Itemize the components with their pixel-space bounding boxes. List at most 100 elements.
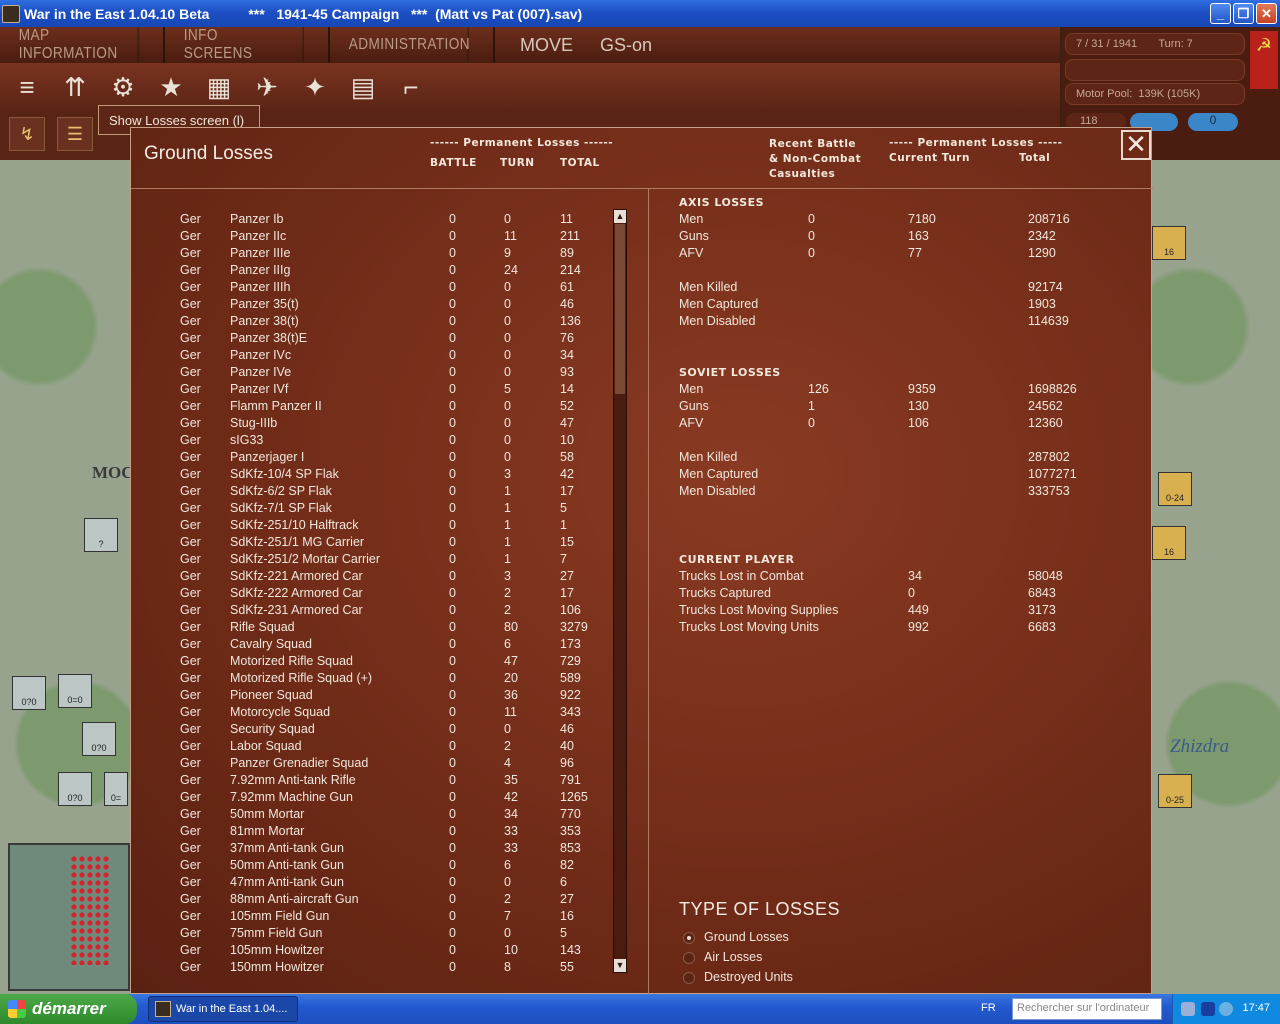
window-close-icon[interactable]: ✕ xyxy=(1256,3,1277,24)
nation-cell: Ger xyxy=(180,756,201,770)
radio-destroyed-units[interactable] xyxy=(683,972,695,984)
status-pill-value: 0 xyxy=(1188,113,1238,131)
maximize-icon[interactable]: ❐ xyxy=(1233,3,1254,24)
equipment-name-cell: 37mm Anti-tank Gun xyxy=(230,841,344,855)
total-cell: 791 xyxy=(560,773,581,787)
map-unit-counter[interactable]: 16 xyxy=(1152,526,1186,560)
equipment-name-cell: Security Squad xyxy=(230,722,315,736)
map-unit-counter[interactable]: 0?0 xyxy=(82,722,116,756)
radio-air-losses[interactable] xyxy=(683,952,695,964)
menu-tab-info-screens[interactable]: INFO SCREENS xyxy=(165,27,330,63)
map-unit-counter[interactable]: 0-25 xyxy=(1158,774,1192,808)
menu-tab-administration[interactable]: ADMINISTRATION xyxy=(330,27,495,63)
turn-cell: 0 xyxy=(504,450,511,464)
soviet-stat-cell: 130 xyxy=(908,399,929,413)
map-unit-counter[interactable]: 0-24 xyxy=(1158,472,1192,506)
total-cell: 1265 xyxy=(560,790,588,804)
scroll-thumb[interactable] xyxy=(615,224,625,394)
unit-move-icon[interactable]: ⇈ xyxy=(57,69,93,105)
turn-cell: 4 xyxy=(504,756,511,770)
tray-icon[interactable] xyxy=(1201,1002,1215,1016)
table-row: Ger 7.92mm Machine Gun 0 42 1265 xyxy=(131,790,611,807)
map-unit-counter[interactable]: 0= xyxy=(104,772,128,806)
mode-move-label[interactable]: MOVE xyxy=(520,35,573,56)
battle-cell: 0 xyxy=(449,484,456,498)
equipment-name-cell: 81mm Mortar xyxy=(230,824,305,838)
route-icon[interactable]: ↯ xyxy=(9,117,45,151)
minimize-icon[interactable]: _ xyxy=(1210,3,1231,24)
rail-track-icon[interactable]: ☰ xyxy=(57,117,93,151)
scroll-down-icon[interactable]: ▼ xyxy=(614,959,626,972)
soviet-stat-cell: 12360 xyxy=(1028,416,1063,430)
nation-cell: Ger xyxy=(180,518,201,532)
soviet-stat-cell: 0 xyxy=(808,416,815,430)
nation-cell: Ger xyxy=(180,569,201,583)
total-cell: 52 xyxy=(560,399,574,413)
battle-cell: 0 xyxy=(449,263,456,277)
turn-cell: 34 xyxy=(504,807,518,821)
col-turn-header: TURN xyxy=(500,157,535,169)
map-unit-counter[interactable]: ? xyxy=(84,518,118,552)
taskbar-app-button[interactable]: War in the East 1.04.... xyxy=(148,996,298,1022)
taskbar-search-input[interactable]: Rechercher sur l'ordinateur xyxy=(1012,998,1162,1020)
close-button[interactable]: ✕ xyxy=(1121,130,1151,160)
language-indicator[interactable]: FR xyxy=(981,1002,996,1014)
turn-cell: 0 xyxy=(504,348,511,362)
map-unit-counter[interactable]: 0=0 xyxy=(58,674,92,708)
rail-icon[interactable]: ▤ xyxy=(345,69,381,105)
map-unit-counter[interactable]: 16 xyxy=(1152,226,1186,260)
losses-scrollbar[interactable]: ▲ ▼ xyxy=(613,209,627,973)
network-icon[interactable] xyxy=(1219,1002,1233,1016)
scroll-up-icon[interactable]: ▲ xyxy=(614,210,626,223)
nation-cell: Ger xyxy=(180,926,201,940)
total-cell: 34 xyxy=(560,348,574,362)
turn-cell: 42 xyxy=(504,790,518,804)
equipment-name-cell: Panzer Ib xyxy=(230,212,284,226)
grid-icon[interactable]: ▦ xyxy=(201,69,237,105)
player-stat-cell: 6683 xyxy=(1028,620,1056,634)
equipment-name-cell: 150mm Howitzer xyxy=(230,960,324,974)
menu-tab-map-information[interactable]: MAP INFORMATION xyxy=(0,27,165,63)
gear-icon[interactable]: ⚙ xyxy=(105,69,141,105)
nation-cell: Ger xyxy=(180,229,201,243)
total-cell: 42 xyxy=(560,467,574,481)
star-icon[interactable]: ★ xyxy=(153,69,189,105)
aircraft-icon[interactable]: ✈ xyxy=(249,69,285,105)
map-unit-counter[interactable]: 0?0 xyxy=(58,772,92,806)
table-row: Ger SdKfz-251/1 MG Carrier 0 1 15 xyxy=(131,535,611,552)
minimap[interactable] xyxy=(8,843,130,991)
total-cell: 6 xyxy=(560,875,567,889)
nation-cell: Ger xyxy=(180,841,201,855)
radio-air-losses-label[interactable]: Air Losses xyxy=(704,950,762,964)
turn-cell: 3 xyxy=(504,569,511,583)
start-button[interactable]: démarrer xyxy=(0,994,137,1024)
window-titlebar[interactable]: War in the East 1.04.10 Beta *** 1941-45… xyxy=(0,0,1280,27)
ground-support-toggle[interactable]: GS-on xyxy=(600,35,652,56)
nation-cell: Ger xyxy=(180,467,201,481)
current-player-title: CURRENT PLAYER xyxy=(679,553,795,566)
equipment-name-cell: Panzer IIc xyxy=(230,229,287,243)
nation-cell: Ger xyxy=(180,450,201,464)
battle-cell: 0 xyxy=(449,450,456,464)
total-cell: 5 xyxy=(560,501,567,515)
equipment-name-cell: Rifle Squad xyxy=(230,620,295,634)
soviet-detail-value: 1077271 xyxy=(1028,467,1077,481)
map-unit-counter[interactable]: 0?0 xyxy=(12,676,46,710)
nation-cell: Ger xyxy=(180,280,201,294)
ground-losses-dialog: Ground Losses ✕ ------ Permanent Losses … xyxy=(130,127,1153,994)
app-icon xyxy=(2,4,20,23)
radio-ground-losses[interactable] xyxy=(683,932,695,944)
bomb-icon[interactable]: ✦ xyxy=(297,69,333,105)
equipment-name-cell: Panzer 38(t)E xyxy=(230,331,308,345)
axis-detail-value: 114639 xyxy=(1028,314,1069,328)
radio-destroyed-units-label[interactable]: Destroyed Units xyxy=(704,970,793,984)
map-right-strip[interactable] xyxy=(1152,160,1280,994)
stack-icon[interactable]: ≡ xyxy=(9,69,45,105)
turn-cell: 33 xyxy=(504,824,518,838)
total-cell: 17 xyxy=(560,484,574,498)
nation-cell: Ger xyxy=(180,586,201,600)
crane-icon[interactable]: ⌐ xyxy=(393,69,429,105)
total-cell: 173 xyxy=(560,637,581,651)
tray-icon[interactable] xyxy=(1181,1002,1195,1016)
radio-ground-losses-label[interactable]: Ground Losses xyxy=(704,930,789,944)
